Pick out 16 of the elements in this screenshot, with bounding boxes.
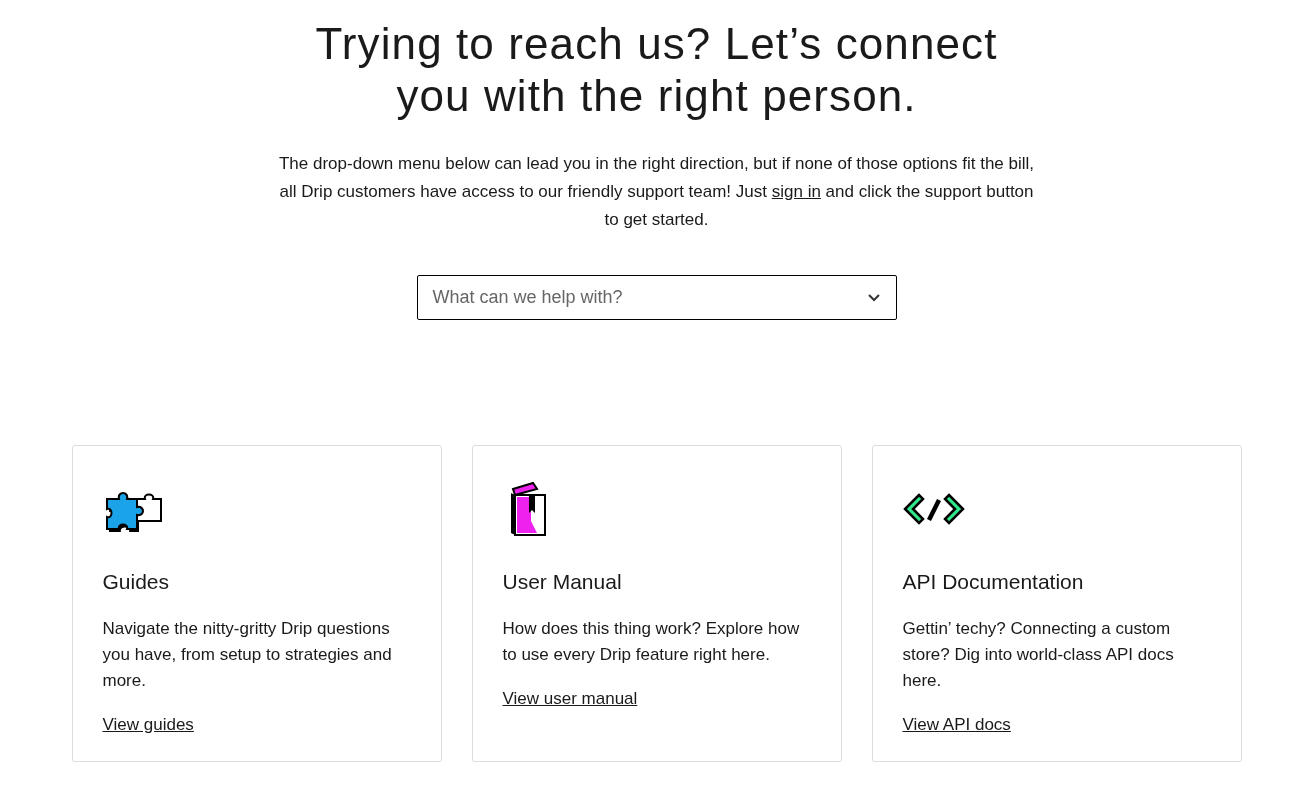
- card-description: How does this thing work? Explore how to use every Drip feature right here.: [502, 617, 801, 666]
- help-dropdown[interactable]: What can we help with?: [416, 275, 897, 320]
- card-description: Gettin’ techy? Connecting a custom store? Dig into world-class API docs here.: [902, 617, 1175, 692]
- page-heading: Trying to reach us? Let’s connect you with the right person.: [314, 18, 999, 122]
- chevron-down-icon: [866, 292, 881, 303]
- card-description: Navigate the nitty-gritty Drip questions you have, from setup to strategies and more.: [102, 617, 393, 692]
- code-icon: [902, 491, 965, 527]
- card-link[interactable]: View API docs: [902, 711, 1011, 737]
- card-title: Guides: [102, 569, 171, 595]
- intro-paragraph: The drop-down menu below can lead you in the right direction, but if none of those options fit the bill, all Drip customers have access to our friendly support team! Just sign in and click the support button to get started.: [277, 153, 1036, 231]
- card-link[interactable]: View guides: [102, 711, 194, 737]
- dropdown-placeholder: What can we help with?: [432, 286, 623, 309]
- sign-in-link[interactable]: sign in: [771, 182, 821, 201]
- card-title: API Documentation: [902, 569, 1085, 595]
- card-link[interactable]: View user manual: [502, 685, 638, 711]
- card-title: User Manual: [502, 569, 623, 595]
